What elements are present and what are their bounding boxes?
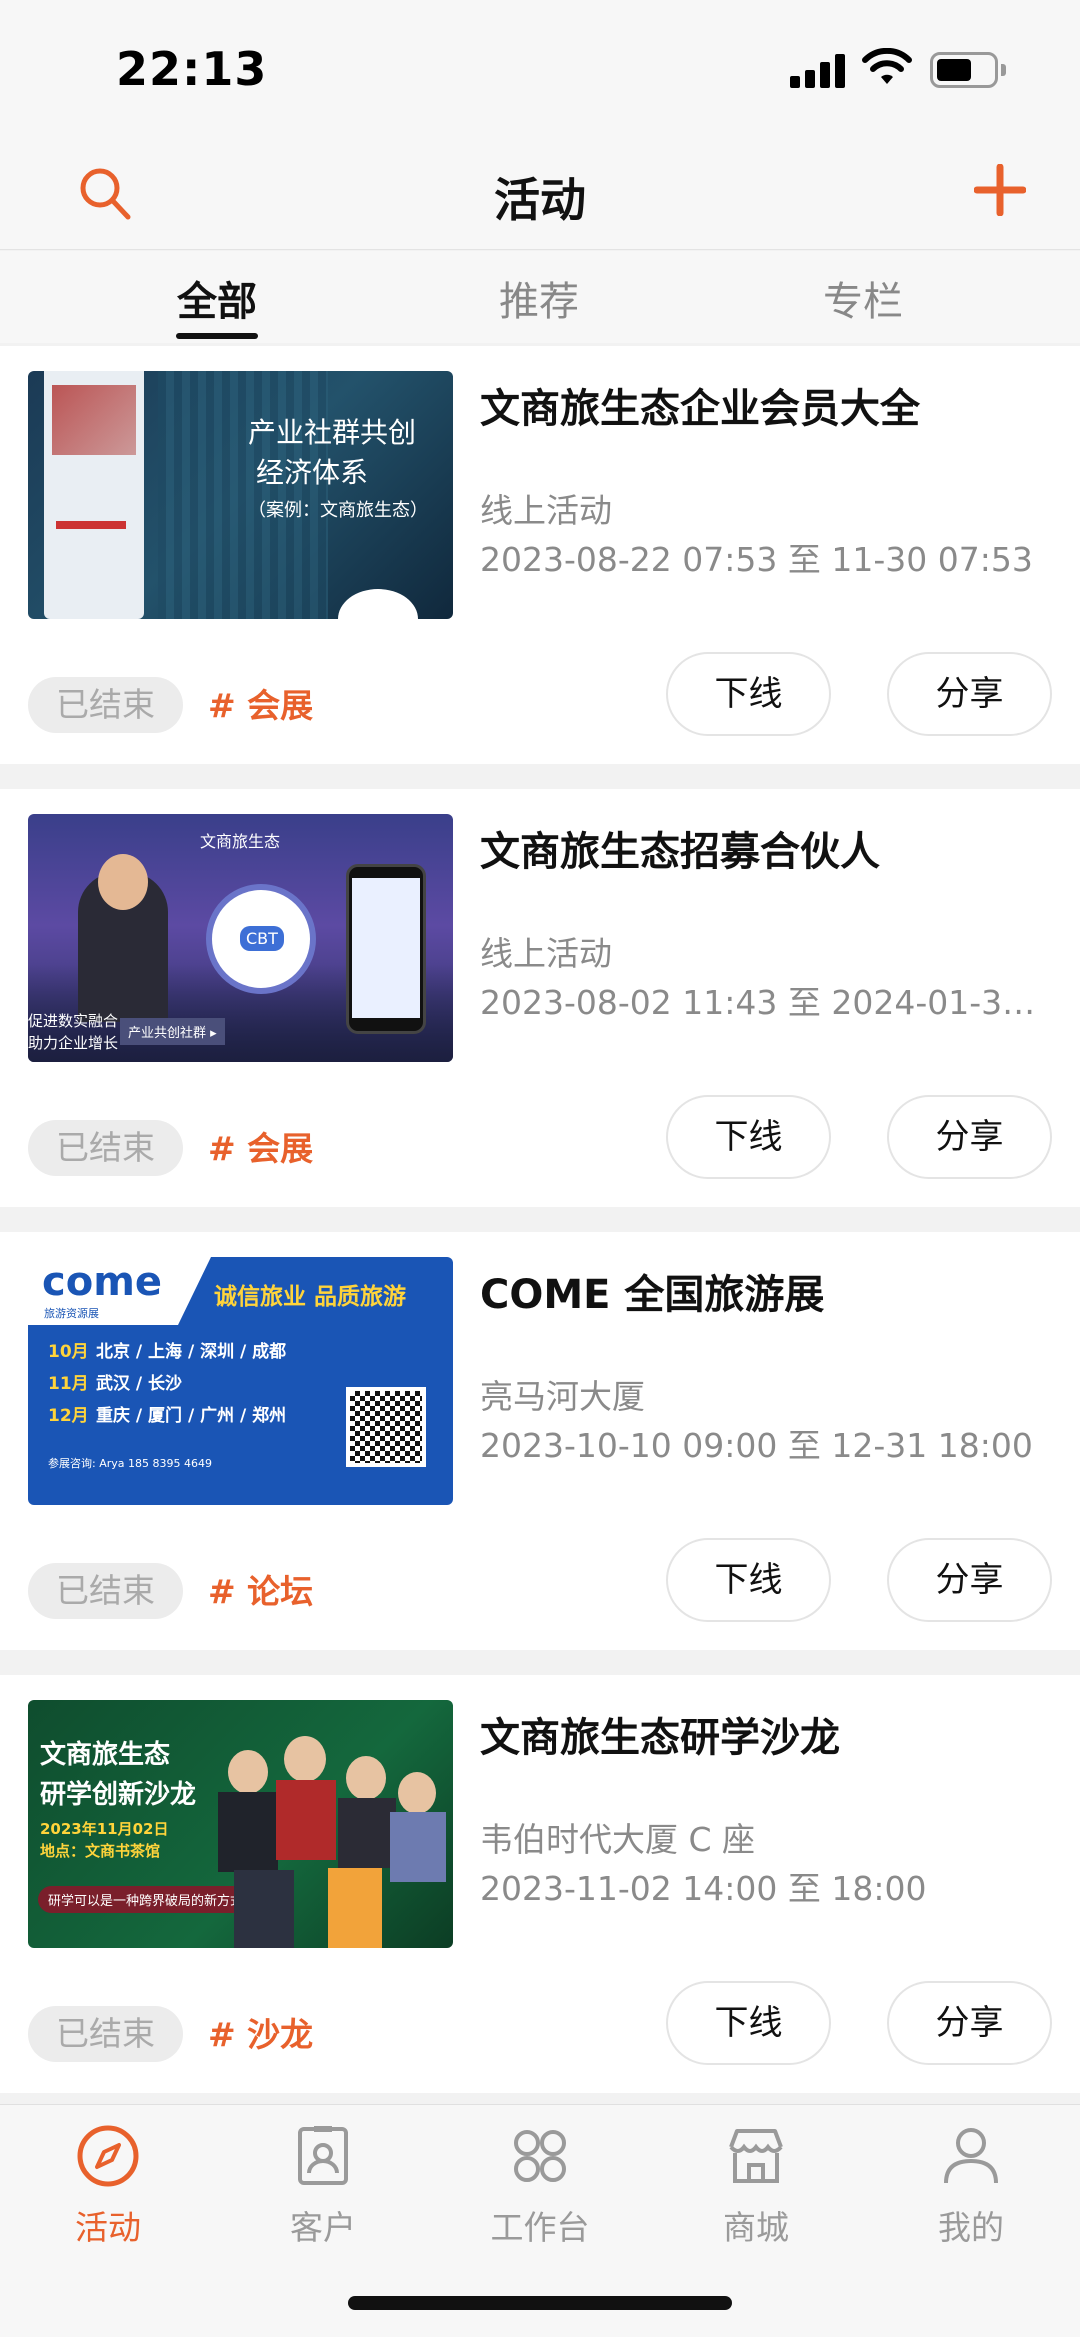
thumbnail-month-3: 12月 [48,1406,89,1426]
category-tag[interactable]: # 沙龙 [208,2008,313,2056]
nav-item-activities[interactable]: 活动 [33,2123,183,2253]
thumbnail-title-1: 文商旅生态 [40,1740,171,1770]
thumbnail-qr-label: CBT [240,926,284,951]
battery-tip [1001,64,1006,76]
event-time: 2023-08-02 11:43 至 2024-01-31... [480,983,1040,1022]
offline-button[interactable]: 下线 [666,652,831,736]
share-button[interactable]: 分享 [887,1095,1052,1179]
thumbnail-button: 产业共创社群 ▸ [120,1018,225,1045]
thumbnail-contact: 参展咨询: Arya 185 8395 4649 [48,1457,212,1470]
event-title[interactable]: 文商旅生态企业会员大全 [480,376,1060,434]
person-icon [944,2128,998,2184]
thumbnail-date: 2023年11月02日 [40,1820,169,1838]
thumbnail-caption: （案例：文商旅生态） [248,500,428,521]
tab-bar: 全部 推荐 专栏 [0,251,1080,343]
event-card[interactable]: 文商旅生态 研学创新沙龙 2023年11月02日 地点：文商书茶馆 研学可以是一… [0,1675,1080,2093]
add-icon[interactable] [974,164,1026,216]
tab-column[interactable]: 专栏 [763,269,963,327]
offline-button[interactable]: 下线 [666,1095,831,1179]
event-location: 亮马河大厦 [480,1377,645,1416]
status-badge: 已结束 [28,1563,183,1619]
nav-label: 工作台 [490,2208,590,2247]
thumbnail-logo-sub: 旅游资源展 [44,1307,99,1320]
event-title[interactable]: COME 全国旅游展 [480,1262,1060,1320]
store-icon [729,2129,783,2183]
thumbnail-slogan: 诚信旅业 品质旅游 [214,1284,407,1310]
thumbnail-slogan-1: 促进数实融合 [28,1012,119,1030]
nav-item-workbench[interactable]: 工作台 [465,2123,615,2253]
thumbnail-cities-2: 武汉 / 长沙 [96,1374,183,1394]
nav-item-profile[interactable]: 我的 [896,2123,1046,2253]
nav-label: 活动 [75,2208,141,2247]
event-card[interactable]: 产业社群共创 经济体系 （案例：文商旅生态） 文商旅生态企业会员大全 线上活动 … [0,346,1080,764]
event-location: 线上活动 [480,491,612,530]
nav-label: 我的 [938,2208,1004,2247]
thumbnail-brand: 文商旅生态 [200,832,281,851]
thumbnail-headline: 产业社群共创 [248,416,417,449]
wifi-icon [862,48,912,84]
category-tag[interactable]: # 论坛 [208,1565,313,1613]
workbench-grid-icon [514,2130,566,2182]
share-button[interactable]: 分享 [887,1538,1052,1622]
tab-active-indicator [176,333,258,339]
event-card[interactable]: come 旅游资源展 诚信旅业 品质旅游 10月 北京 / 上海 / 深圳 / … [0,1232,1080,1650]
offline-button[interactable]: 下线 [666,1981,831,2065]
thumbnail-month-1: 10月 [48,1342,89,1362]
status-badge: 已结束 [28,677,183,733]
page-title: 活动 [494,173,586,227]
event-thumbnail[interactable]: come 旅游资源展 诚信旅业 品质旅游 10月 北京 / 上海 / 深圳 / … [28,1257,453,1505]
cellular-signal-icon [790,52,846,88]
thumbnail-cities-3: 重庆 / 厦门 / 广州 / 郑州 [96,1406,287,1426]
event-thumbnail[interactable]: 产业社群共创 经济体系 （案例：文商旅生态） [28,371,453,619]
tab-recommended[interactable]: 推荐 [439,269,639,327]
thumbnail-logo: come [42,1259,162,1305]
category-tag[interactable]: # 会展 [208,679,313,727]
event-location: 韦伯时代大厦 C 座 [480,1820,756,1859]
thumbnail-month-2: 11月 [48,1374,89,1394]
event-title[interactable]: 文商旅生态研学沙龙 [480,1705,1060,1763]
share-button[interactable]: 分享 [887,1981,1052,2065]
thumbnail-slogan-2: 助力企业增长 [28,1034,119,1052]
tab-all[interactable]: 全部 [117,269,317,327]
contact-card-icon [298,2126,348,2185]
nav-label: 商城 [723,2208,789,2247]
category-tag[interactable]: # 会展 [208,1122,313,1170]
status-badge: 已结束 [28,1120,183,1176]
status-badge: 已结束 [28,2006,183,2062]
share-button[interactable]: 分享 [887,652,1052,736]
nav-item-store[interactable]: 商城 [681,2123,831,2253]
thumbnail-venue: 地点：文商书茶馆 [40,1842,161,1860]
nav-label: 客户 [290,2208,356,2247]
event-time: 2023-11-02 14:00 至 18:00 [480,1869,927,1908]
nav-item-customers[interactable]: 客户 [248,2123,398,2253]
thumbnail-tagline: 研学可以是一种跨界破局的新方式 [38,1886,254,1913]
event-card[interactable]: 文商旅生态 CBT 促进数实融合 助力企业增长 产业共创社群 ▸ 文商旅生态招募… [0,789,1080,1207]
home-indicator[interactable] [348,2296,732,2310]
status-time: 22:13 [116,42,268,96]
status-bar: 22:13 [0,0,1080,140]
thumbnail-title-2: 研学创新沙龙 [40,1780,197,1810]
event-time: 2023-10-10 09:00 至 12-31 18:00 [480,1426,1033,1465]
event-location: 线上活动 [480,934,612,973]
thumbnail-subline: 经济体系 [256,456,369,489]
event-time: 2023-08-22 07:53 至 11-30 07:53 [480,540,1033,579]
compass-icon [77,2125,139,2187]
event-title[interactable]: 文商旅生态招募合伙人 [480,819,1060,877]
event-thumbnail[interactable]: 文商旅生态 研学创新沙龙 2023年11月02日 地点：文商书茶馆 研学可以是一… [28,1700,453,1948]
event-thumbnail[interactable]: 文商旅生态 CBT 促进数实融合 助力企业增长 产业共创社群 ▸ [28,814,453,1062]
thumbnail-cities-1: 北京 / 上海 / 深圳 / 成都 [96,1342,287,1362]
header: 活动 [0,140,1080,250]
offline-button[interactable]: 下线 [666,1538,831,1622]
battery-icon [930,52,998,88]
qr-code-image [346,1387,426,1467]
